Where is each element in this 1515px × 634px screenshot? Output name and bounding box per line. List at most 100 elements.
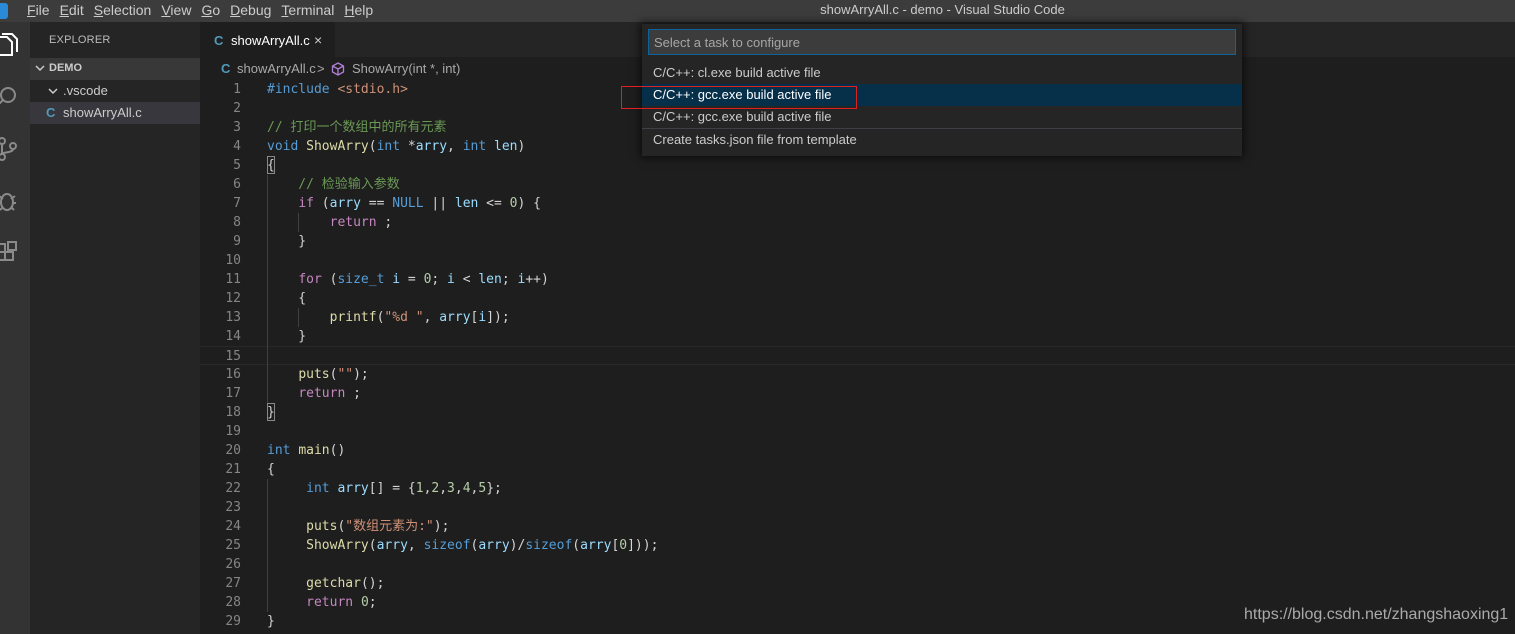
code-line[interactable]: 5{ [200,156,1515,175]
code-line[interactable]: 13 printf("%d ", arry[i]); [200,308,1515,327]
explorer-title: EXPLORER [49,34,111,46]
c-file-icon: C [214,33,224,48]
line-number: 7 [233,196,241,211]
line-number: 19 [225,424,241,439]
line-number: 11 [225,272,241,287]
line-number: 28 [225,595,241,610]
line-number: 27 [225,576,241,591]
code-text: puts("数组元素为:"); [306,519,450,534]
code-line[interactable]: 24 puts("数组元素为:"); [200,517,1515,536]
code-line[interactable]: 27 getchar(); [200,574,1515,593]
source-control-icon[interactable] [0,136,20,162]
workspace-section-header[interactable]: DEMO [30,58,200,80]
quick-pick-item[interactable]: C/C++: gcc.exe build active file [642,106,1242,128]
code-line[interactable]: 11 for (size_t i = 0; i < len; i++) [200,270,1515,289]
c-file-icon: C [221,61,231,76]
code-line[interactable]: 12 { [200,289,1515,308]
extensions-icon[interactable] [0,240,20,266]
line-number: 9 [233,234,241,249]
line-number: 29 [225,614,241,629]
code-line[interactable]: 19 [200,422,1515,441]
code-text: { [267,291,307,306]
indent-guide [298,308,299,327]
breadcrumb-symbol[interactable]: ShowArry(int *, int) [352,61,460,76]
debug-icon[interactable] [0,188,20,214]
code-text: } [267,614,275,629]
code-text: return ; [329,215,393,230]
code-text: // 检验输入参数 [267,177,400,192]
line-number: 18 [225,405,241,420]
breadcrumb-file[interactable]: showArryAll.c [237,61,316,76]
code-line[interactable]: 20 int main() [200,441,1515,460]
line-number: 16 [225,367,241,382]
code-text: } [267,329,307,344]
line-number: 5 [233,158,241,173]
bracket-match-highlight [267,156,275,174]
chevron-down-icon [48,88,58,95]
code-editor[interactable]: 1 #include <stdio.h> 2 3// 打印一个数组中的所有元素 4 voi… [200,80,1515,634]
line-number: 8 [233,215,241,230]
explorer-sidebar: EXPLORER DEMO .vscode C showArryAll.c [30,22,200,634]
quick-pick-input[interactable]: Select a task to configure [648,29,1236,55]
line-number: 10 [225,253,241,268]
search-icon[interactable] [0,84,20,110]
line-number: 1 [233,82,241,97]
code-line[interactable]: 18} [200,403,1515,422]
title-bar: File Edit Selection View Go Debug Terminal Help… [0,0,1515,22]
line-number: 13 [225,310,241,325]
code-text: // 打印一个数组中的所有元素 [267,120,447,135]
c-file-icon: C [46,105,56,120]
code-line[interactable]: 7 if (arry == NULL || len <= 0) { [200,194,1515,213]
line-number: 3 [233,120,241,135]
code-line[interactable]: 22 int arry[] = {1,2,3,4,5}; [200,479,1515,498]
code-text: if (arry == NULL || len <= 0) { [298,196,541,211]
code-line[interactable]: 26 [200,555,1515,574]
code-line[interactable]: 10 [200,251,1515,270]
code-line[interactable]: 21 { [200,460,1515,479]
workspace-name: DEMO [49,62,82,74]
files-icon[interactable] [0,32,20,58]
close-icon[interactable]: × [314,32,322,48]
quick-pick-item[interactable]: C/C++: cl.exe build active file [642,62,1242,84]
indent-guide [267,479,268,612]
line-number: 24 [225,519,241,534]
code-line[interactable]: 6 // 检验输入参数 [200,175,1515,194]
line-number: 6 [233,177,241,192]
activity-bar [0,22,30,634]
code-text: printf("%d ", arry[i]); [329,310,510,325]
code-line[interactable]: 14 } [200,327,1515,346]
line-number: 20 [225,443,241,458]
code-line[interactable]: 25 ShowArry(arry, sizeof(arry)/sizeof(ar… [200,536,1515,555]
line-number: 22 [225,481,241,496]
tree-item-label: .vscode [63,83,108,98]
line-number: 21 [225,462,241,477]
tree-item-vscode[interactable]: .vscode [30,80,200,102]
code-line[interactable]: 17 return ; [200,384,1515,403]
code-text: int main() [267,443,346,458]
line-number: 12 [225,291,241,306]
line-number: 17 [225,386,241,401]
code-line[interactable]: 23 [200,498,1515,517]
code-text: #include <stdio.h> [267,82,408,97]
line-number: 14 [225,329,241,344]
line-number: 25 [225,538,241,553]
code-line[interactable]: 9 } [200,232,1515,251]
code-line[interactable]: 8 return ; [200,213,1515,232]
watermark: https://blog.csdn.net/zhangshaoxing1 [1244,606,1509,623]
tab-label: showArryAll.c [231,33,310,48]
code-text: for (size_t i = 0; i < len; i++) [298,272,549,287]
code-text: } [267,234,307,249]
line-number: 23 [225,500,241,515]
line-number: 2 [233,101,241,116]
quick-pick-item[interactable]: Create tasks.json file from template [642,129,1242,151]
tree-item-showarryall[interactable]: C showArryAll.c [30,102,200,124]
indent-guide [298,213,299,232]
tree-item-label: showArryAll.c [63,105,142,120]
code-text: return 0; [306,595,377,610]
code-line[interactable]: 16 puts(""); [200,365,1515,384]
code-line[interactable]: 15 [200,346,1515,365]
bracket-match-highlight [267,403,275,421]
breadcrumb-separator: > [317,61,325,76]
tab-showarryall[interactable]: C showArryAll.c × [200,22,335,57]
line-number: 4 [233,139,241,154]
